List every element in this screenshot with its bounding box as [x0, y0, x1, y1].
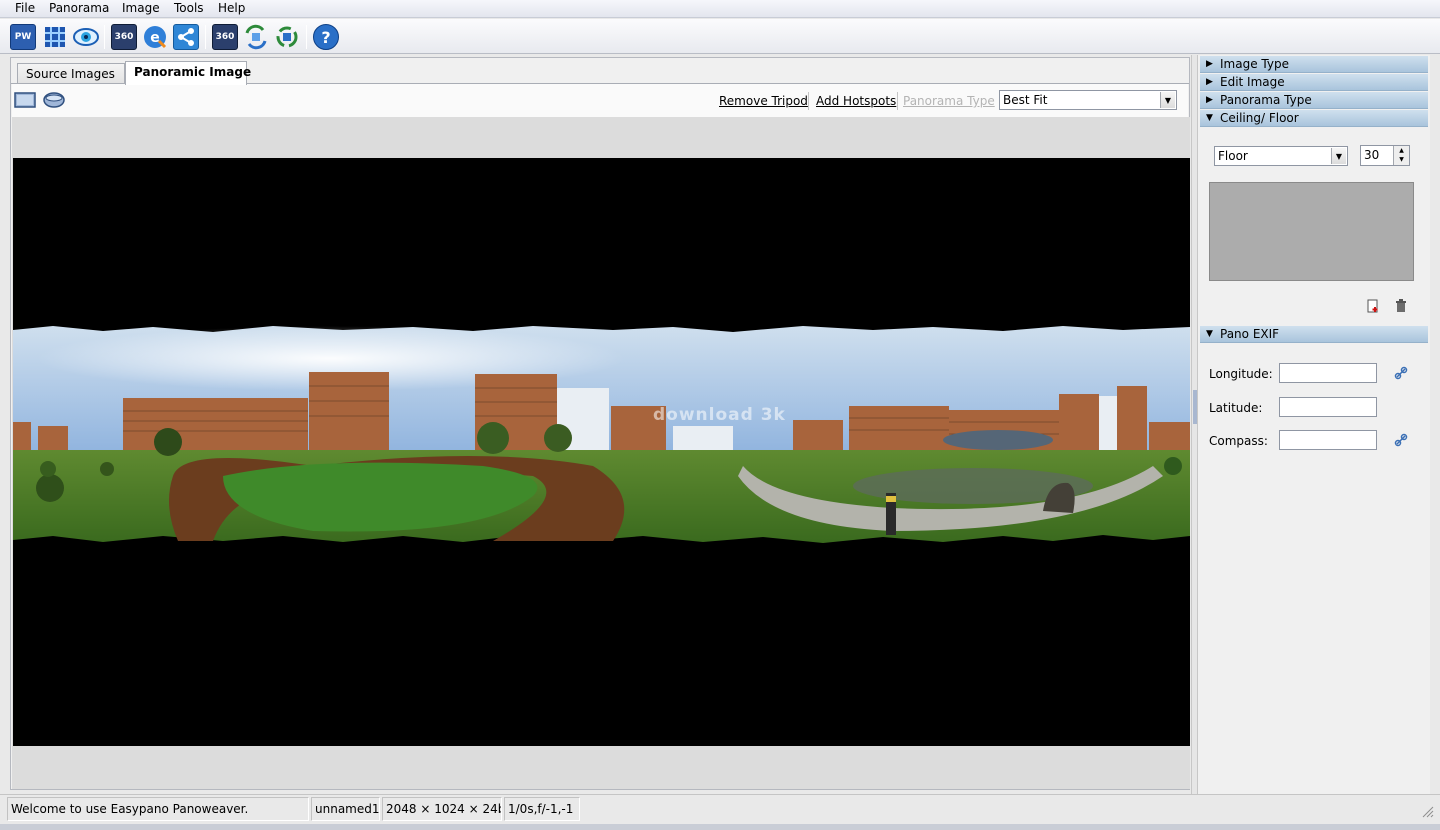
section-edit-image-label: Edit Image	[1220, 75, 1285, 89]
ceiling-floor-preview	[1209, 182, 1414, 281]
flat-view-icon[interactable]	[14, 91, 36, 109]
svg-text:e: e	[150, 30, 160, 46]
save-360-icon[interactable]: 360	[111, 24, 137, 50]
status-exposure: 1/0s,f/-1,-1	[504, 797, 580, 821]
compass-label: Compass:	[1209, 434, 1268, 448]
subbar-separator	[897, 92, 898, 110]
pw-icon[interactable]: PW	[10, 24, 36, 50]
latitude-field[interactable]	[1279, 397, 1377, 417]
save-360-text: 360	[114, 32, 134, 42]
add-hotspots-link[interactable]: Add Hotspots	[816, 94, 896, 108]
section-image-type[interactable]: ▶ Image Type	[1200, 56, 1428, 73]
panorama-viewer[interactable]: download 3k	[12, 117, 1190, 789]
panoramic-panel: Source Images Panoramic Image Remove Tri…	[10, 57, 1190, 790]
menu-help[interactable]: Help	[218, 1, 245, 15]
publish-ie-icon[interactable]: e	[142, 24, 168, 50]
menu-file[interactable]: File	[15, 1, 35, 15]
section-panorama-type-label: Panorama Type	[1220, 93, 1312, 107]
chain-link-icon[interactable]	[1394, 433, 1408, 447]
export-360-icon[interactable]: 360	[212, 24, 238, 50]
splitter-handle[interactable]	[1193, 390, 1197, 424]
tab-panoramic-image[interactable]: Panoramic Image	[125, 61, 251, 85]
panorama-canvas: download 3k	[13, 158, 1190, 746]
triangle-right-icon: ▶	[1206, 59, 1213, 69]
section-ceiling-floor[interactable]: ▼ Ceiling/ Floor	[1200, 110, 1428, 127]
section-pano-exif[interactable]: ▼ Pano EXIF	[1200, 326, 1428, 343]
chain-link-icon[interactable]	[1394, 366, 1408, 380]
longitude-field[interactable]	[1279, 363, 1377, 383]
panorama-image[interactable]	[13, 326, 1190, 552]
delete-trash-icon[interactable]	[1394, 299, 1408, 313]
compass-field[interactable]	[1279, 430, 1377, 450]
share-icon[interactable]	[173, 24, 199, 50]
menu-bar: File Panorama Image Tools Help	[0, 0, 1440, 18]
section-panorama-type[interactable]: ▶ Panorama Type	[1200, 92, 1428, 109]
ceiling-floor-select-value: Floor	[1218, 149, 1248, 163]
triangle-right-icon: ▶	[1206, 95, 1213, 105]
zoom-select[interactable]: Best Fit ▼	[999, 90, 1177, 110]
triangle-down-icon: ▼	[1206, 113, 1213, 123]
status-message: Welcome to use Easypano Panoweaver.	[7, 797, 309, 821]
toolbar-separator	[104, 25, 105, 49]
status-bar: Welcome to use Easypano Panoweaver. unna…	[0, 794, 1440, 824]
panel-splitter[interactable]	[1191, 55, 1198, 795]
chevron-down-icon[interactable]: ▼	[1331, 148, 1346, 164]
pw-icon-text: PW	[14, 32, 32, 42]
status-image-size: 2048 × 1024 × 24b	[382, 797, 502, 821]
export-360-text: 360	[215, 32, 235, 42]
menu-image[interactable]: Image	[122, 1, 160, 15]
menu-tools[interactable]: Tools	[174, 1, 204, 15]
toolbar-separator	[306, 25, 307, 49]
ceiling-floor-select[interactable]: Floor ▼	[1214, 146, 1348, 166]
subbar-separator	[808, 92, 809, 110]
tab-source-images[interactable]: Source Images	[17, 63, 125, 84]
section-edit-image[interactable]: ▶ Edit Image	[1200, 74, 1428, 91]
preview-eye-icon[interactable]	[73, 24, 99, 50]
stitch-icon[interactable]	[42, 24, 68, 50]
batch-icon[interactable]	[243, 24, 269, 50]
menu-panorama[interactable]: Panorama	[49, 1, 109, 15]
help-icon[interactable]: ?	[313, 24, 339, 50]
resize-grip-icon[interactable]	[1420, 804, 1434, 818]
section-ceiling-floor-label: Ceiling/ Floor	[1220, 111, 1299, 125]
stepper-arrows-icon[interactable]: ▲ ▼	[1393, 146, 1409, 165]
panorama-subbar: Remove Tripod Add Hotspots Panorama Type…	[12, 84, 1188, 117]
section-pano-exif-label: Pano EXIF	[1220, 327, 1280, 341]
ceiling-floor-size-value: 30	[1364, 148, 1380, 162]
properties-panel: ▶ Image Type ▶ Edit Image ▶ Panorama Type ▼…	[1198, 55, 1430, 795]
ceiling-floor-size-stepper[interactable]: 30 ▲ ▼	[1360, 145, 1410, 166]
triangle-down-icon: ▼	[1206, 329, 1213, 339]
triangle-right-icon: ▶	[1206, 77, 1213, 87]
section-image-type-label: Image Type	[1220, 57, 1289, 71]
toolbar-separator	[205, 25, 206, 49]
batch-refresh-icon[interactable]	[274, 24, 300, 50]
sphere-view-icon[interactable]	[43, 91, 65, 109]
latitude-label: Latitude:	[1209, 401, 1263, 415]
tab-panoramic-image-label: Panoramic Image	[134, 65, 252, 79]
toolbar: PW 360 e 360 ?	[0, 19, 1440, 54]
longitude-label: Longitude:	[1209, 367, 1273, 381]
help-icon-text: ?	[321, 27, 331, 47]
window-bottom-edge	[0, 824, 1440, 830]
panorama-type-link: Panorama Type	[903, 94, 995, 108]
watermark-text: download 3k	[653, 405, 786, 425]
chevron-down-icon[interactable]: ▼	[1160, 92, 1175, 108]
tab-source-images-label: Source Images	[26, 67, 115, 81]
remove-tripod-link[interactable]: Remove Tripod	[719, 94, 808, 108]
zoom-select-value: Best Fit	[1003, 93, 1048, 107]
add-image-icon[interactable]	[1366, 299, 1380, 313]
status-file: unnamed1	[311, 797, 380, 821]
